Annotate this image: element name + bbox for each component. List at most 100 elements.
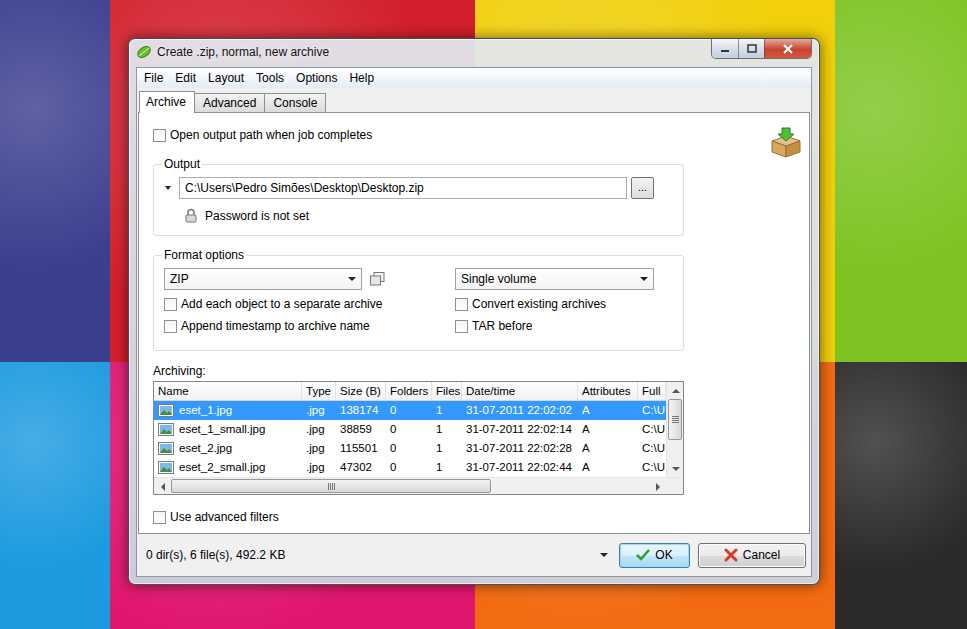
- tab[interactable]: Archive: [139, 91, 195, 113]
- menu-item[interactable]: Layout: [202, 68, 250, 88]
- format-select[interactable]: ZIP: [164, 268, 362, 290]
- window-controls: [711, 39, 812, 59]
- checkbox-box[interactable]: [164, 320, 177, 333]
- table-cell: C:\U: [638, 458, 666, 477]
- horizontal-scrollbar[interactable]: [154, 477, 683, 494]
- table-cell: 1: [432, 401, 462, 420]
- column-header[interactable]: Folders: [386, 382, 432, 400]
- table-cell: C:\U: [638, 401, 666, 420]
- group-legend: Output: [162, 157, 202, 171]
- password-status[interactable]: Password is not set: [185, 208, 654, 223]
- ok-button[interactable]: OK: [619, 543, 690, 568]
- minimize-button[interactable]: [712, 39, 738, 58]
- table-cell: 0: [386, 439, 432, 458]
- format-options-group: Format options ZIP Single volume Add each o…: [153, 248, 684, 351]
- table-cell: eset_2.jpg: [154, 439, 302, 458]
- table-cell: 1: [432, 420, 462, 439]
- checkbox-box[interactable]: [455, 320, 468, 333]
- archive-panel: Open output path when job completes Outpu…: [138, 112, 810, 534]
- cancel-button[interactable]: Cancel: [698, 543, 806, 568]
- scroll-down-button[interactable]: [667, 460, 684, 477]
- group-legend: Format options: [162, 248, 246, 262]
- menu-item[interactable]: Tools: [250, 68, 290, 88]
- history-dropdown-icon[interactable]: [165, 186, 171, 190]
- advanced-filters-checkbox[interactable]: Use advanced filters: [153, 509, 684, 525]
- table-cell: A: [578, 420, 638, 439]
- checkbox-label: TAR before: [472, 319, 532, 333]
- table-row[interactable]: eset_2_small.jpg.jpg473020131-07-2011 22…: [154, 458, 666, 477]
- format-info-icon[interactable]: [369, 271, 385, 287]
- output-path-field[interactable]: C:\Users\Pedro Simões\Desktop\Desktop.zi…: [179, 177, 627, 199]
- browse-button[interactable]: ...: [631, 177, 654, 199]
- checkbox-label: Convert existing archives: [472, 297, 606, 311]
- table-cell: A: [578, 458, 638, 477]
- table-cell: 31-07-2011 22:02:02: [462, 401, 578, 420]
- scroll-up-button[interactable]: [667, 382, 684, 399]
- wallpaper-tile: [0, 362, 110, 629]
- column-header[interactable]: Attributes: [578, 382, 638, 400]
- lock-icon: [185, 208, 197, 223]
- image-file-icon: [158, 442, 174, 455]
- menu-item[interactable]: Options: [290, 68, 343, 88]
- scroll-thumb[interactable]: [171, 479, 491, 493]
- table-cell: 0: [386, 458, 432, 477]
- table-cell: 0: [386, 401, 432, 420]
- table-row[interactable]: eset_2.jpg.jpg1155010131-07-2011 22:02:2…: [154, 439, 666, 458]
- wallpaper-tile: [0, 0, 110, 362]
- window-title: Create .zip, normal, new archive: [157, 45, 329, 59]
- column-header[interactable]: Size (B): [336, 382, 386, 400]
- scroll-right-button[interactable]: [649, 478, 666, 495]
- right-arrow-icon: [656, 483, 660, 491]
- format-checkbox[interactable]: Add each object to a separate archive: [164, 296, 455, 312]
- title-bar[interactable]: Create .zip, normal, new archive: [136, 39, 812, 67]
- menu-item[interactable]: Edit: [169, 68, 202, 88]
- client-area: FileEditLayoutToolsOptionsHelp ArchiveAdv…: [136, 67, 812, 577]
- checkbox-box[interactable]: [455, 298, 468, 311]
- close-icon: [782, 44, 794, 54]
- table-cell: 31-07-2011 22:02:14: [462, 420, 578, 439]
- scroll-thumb[interactable]: [668, 399, 682, 440]
- close-button[interactable]: [764, 39, 811, 58]
- cancel-x-icon: [724, 548, 738, 562]
- table-cell: 31-07-2011 22:02:44: [462, 458, 578, 477]
- column-header[interactable]: Files: [432, 382, 462, 400]
- scroll-left-button[interactable]: [154, 478, 171, 495]
- table-row[interactable]: eset_1_small.jpg.jpg388590131-07-2011 22…: [154, 420, 666, 439]
- wallpaper-tile: [835, 362, 967, 629]
- table-cell: eset_1_small.jpg: [154, 420, 302, 439]
- format-checkbox[interactable]: Append timestamp to archive name: [164, 318, 455, 334]
- format-checkbox[interactable]: Convert existing archives: [455, 296, 654, 312]
- checkbox-label: Open output path when job completes: [170, 128, 372, 142]
- vertical-scrollbar[interactable]: [666, 382, 683, 477]
- column-header[interactable]: Type: [302, 382, 336, 400]
- up-arrow-icon: [672, 389, 680, 393]
- archive-window: Create .zip, normal, new archive FileEdit…: [128, 38, 820, 585]
- format-checkbox[interactable]: TAR before: [455, 318, 654, 334]
- column-header[interactable]: Name: [154, 382, 302, 400]
- open-output-checkbox[interactable]: Open output path when job completes: [153, 127, 684, 143]
- tab[interactable]: Advanced: [194, 93, 265, 112]
- table-cell: C:\U: [638, 420, 666, 439]
- tab[interactable]: Console: [264, 93, 326, 112]
- checkbox-box[interactable]: [153, 511, 166, 524]
- checkbox-box[interactable]: [164, 298, 177, 311]
- menu-item[interactable]: Help: [343, 68, 380, 88]
- table-row[interactable]: eset_1.jpg.jpg1381740131-07-2011 22:02:0…: [154, 401, 666, 420]
- options-dropdown[interactable]: [599, 553, 609, 557]
- dropdown-arrow-icon: [348, 277, 356, 281]
- table-cell: eset_1.jpg: [154, 401, 302, 420]
- table-cell: 0: [386, 420, 432, 439]
- left-arrow-icon: [161, 483, 165, 491]
- volume-select[interactable]: Single volume: [455, 268, 654, 290]
- menu-item[interactable]: File: [138, 68, 169, 88]
- status-bar: 0 dir(s), 6 file(s), 492.2 KBOKCancel: [137, 534, 811, 576]
- check-icon: [636, 549, 650, 561]
- column-header[interactable]: Full: [638, 382, 666, 400]
- maximize-button[interactable]: [738, 39, 764, 58]
- checkbox-box[interactable]: [153, 129, 166, 142]
- checkbox-label: Add each object to a separate archive: [181, 297, 382, 311]
- archive-box-icon: [769, 127, 803, 159]
- file-list: NameTypeSize (B)FoldersFilesDate/timeAtt…: [153, 381, 684, 495]
- image-file-icon: [158, 404, 174, 417]
- column-header[interactable]: Date/time: [462, 382, 578, 400]
